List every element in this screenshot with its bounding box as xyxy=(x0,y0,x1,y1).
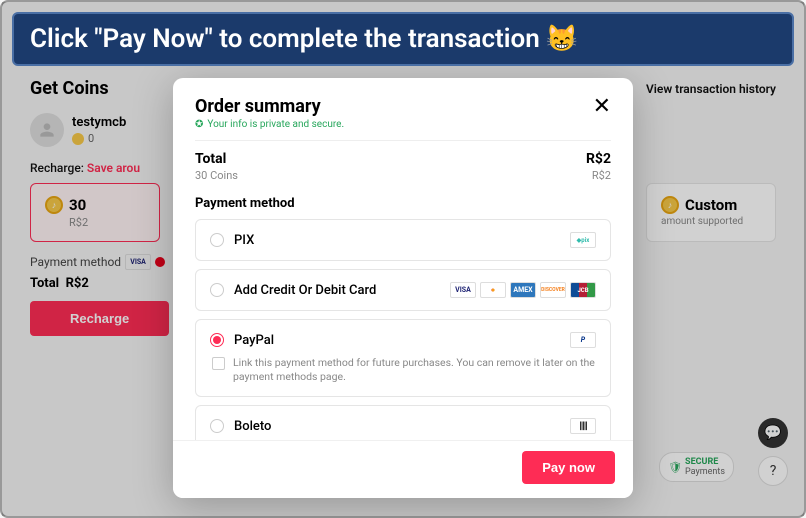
lock-icon: ✪ xyxy=(195,119,203,130)
instruction-text: Click "Pay Now" to complete the transact… xyxy=(30,24,540,54)
radio-icon xyxy=(210,283,224,297)
modal-title: Order summary xyxy=(195,96,344,117)
mastercard-icon xyxy=(480,282,506,298)
instruction-banner: Click "Pay Now" to complete the transact… xyxy=(12,12,794,66)
order-totals: Total 30 Coins R$2 R$2 xyxy=(195,140,611,182)
pix-icon: ◆pix xyxy=(570,232,596,248)
payment-option-boleto[interactable]: Boleto ||||| xyxy=(195,405,611,440)
discover-icon: DISCOVER xyxy=(540,282,566,298)
payment-option-paypal[interactable]: PayPal P Link this payment method for fu… xyxy=(195,319,611,397)
radio-icon xyxy=(210,333,224,347)
visa-icon: VISA xyxy=(450,282,476,298)
secure-note: ✪ Your info is private and secure. xyxy=(195,119,344,130)
coins-label: 30 Coins xyxy=(195,169,238,182)
total-label: Total xyxy=(195,151,238,167)
cat-emoji-icon: 😸 xyxy=(546,24,578,54)
boleto-icon: ||||| xyxy=(570,418,596,434)
checkbox-icon[interactable] xyxy=(212,357,225,370)
payment-method-title: Payment method xyxy=(195,196,611,211)
link-payment-row[interactable]: Link this payment method for future purc… xyxy=(210,356,596,384)
total-value: R$2 xyxy=(586,151,611,167)
radio-icon xyxy=(210,233,224,247)
radio-icon xyxy=(210,419,224,433)
amex-icon: AMEX xyxy=(510,282,536,298)
payment-option-card[interactable]: Add Credit Or Debit Card VISA AMEX DISCO… xyxy=(195,269,611,311)
pay-now-button[interactable]: Pay now xyxy=(522,451,615,484)
paypal-icon: P xyxy=(570,332,596,348)
close-button[interactable]: ✕ xyxy=(593,96,611,118)
jcb-icon: JCB xyxy=(570,282,596,298)
link-payment-text: Link this payment method for future purc… xyxy=(233,356,596,384)
order-summary-modal: Order summary ✪ Your info is private and… xyxy=(173,78,633,498)
payment-option-pix[interactable]: PIX ◆pix xyxy=(195,219,611,261)
sub-value: R$2 xyxy=(586,169,611,182)
